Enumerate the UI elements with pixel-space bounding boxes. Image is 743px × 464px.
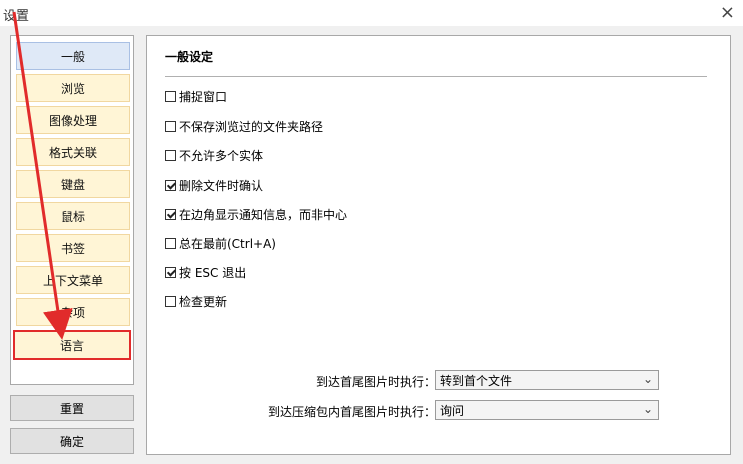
archive-end-row: 到达压缩包内首尾图片时执行： 询问 ⌄ xyxy=(147,400,732,420)
end-image-value: 转到首个文件 xyxy=(440,373,513,388)
sidebar-item-image-processing[interactable]: 图像处理 xyxy=(16,106,130,134)
option-esc-exit[interactable]: 按 ESC 退出 xyxy=(165,264,246,280)
checkbox[interactable] xyxy=(165,149,176,161)
checkbox-checked[interactable] xyxy=(165,266,176,278)
settings-content: 一般设定 捕捉窗口 不保存浏览过的文件夹路径 不允许多个实体 删除文件时确认 在… xyxy=(146,35,731,455)
archive-end-select[interactable]: 询问 ⌄ xyxy=(435,400,659,420)
option-label: 按 ESC 退出 xyxy=(179,265,247,280)
option-label: 不允许多个实体 xyxy=(179,148,264,163)
sidebar-item-mouse[interactable]: 鼠标 xyxy=(16,202,130,230)
sidebar: 一般 浏览 图像处理 格式关联 键盘 鼠标 书签 上下文菜单 杂项 语言 xyxy=(10,35,134,385)
end-image-row: 到达首尾图片时执行： 转到首个文件 ⌄ xyxy=(147,370,732,390)
option-confirm-delete[interactable]: 删除文件时确认 xyxy=(165,177,263,193)
option-check-updates[interactable]: 检查更新 xyxy=(165,293,227,309)
archive-end-label: 到达压缩包内首尾图片时执行： xyxy=(267,405,436,419)
end-image-select[interactable]: 转到首个文件 ⌄ xyxy=(435,370,659,390)
window-title: 设置 xyxy=(3,9,30,24)
checkbox-checked[interactable] xyxy=(165,179,176,191)
option-no-save-folder-path[interactable]: 不保存浏览过的文件夹路径 xyxy=(165,118,323,134)
sidebar-item-bookmarks[interactable]: 书签 xyxy=(16,234,130,262)
option-single-instance[interactable]: 不允许多个实体 xyxy=(165,147,263,163)
end-image-label: 到达首尾图片时执行： xyxy=(315,375,436,389)
option-label: 检查更新 xyxy=(179,294,228,309)
sidebar-item-file-association[interactable]: 格式关联 xyxy=(16,138,130,166)
checkbox-checked[interactable] xyxy=(165,208,176,220)
option-label: 在边角显示通知信息，而非中心 xyxy=(179,207,348,222)
checkbox[interactable] xyxy=(165,295,176,307)
option-label: 总在最前(Ctrl+A) xyxy=(179,236,276,251)
reset-button[interactable]: 重置 xyxy=(10,395,134,421)
option-label: 删除文件时确认 xyxy=(179,178,264,193)
sidebar-item-keyboard[interactable]: 键盘 xyxy=(16,170,130,198)
option-always-on-top[interactable]: 总在最前(Ctrl+A) xyxy=(165,235,276,251)
chevron-down-icon: ⌄ xyxy=(642,402,653,416)
option-capture-window[interactable]: 捕捉窗口 xyxy=(165,88,227,104)
divider xyxy=(165,76,707,77)
option-label: 不保存浏览过的文件夹路径 xyxy=(179,119,324,134)
sidebar-item-general[interactable]: 一般 xyxy=(16,42,130,70)
sidebar-item-language[interactable]: 语言 xyxy=(13,330,131,360)
sidebar-item-browse[interactable]: 浏览 xyxy=(16,74,130,102)
option-label: 捕捉窗口 xyxy=(179,89,228,104)
sidebar-item-context-menu[interactable]: 上下文菜单 xyxy=(16,266,130,294)
sidebar-item-misc[interactable]: 杂项 xyxy=(16,298,130,326)
archive-end-value: 询问 xyxy=(440,403,465,418)
checkbox[interactable] xyxy=(165,120,176,132)
section-title: 一般设定 xyxy=(165,50,214,64)
option-corner-notifications[interactable]: 在边角显示通知信息，而非中心 xyxy=(165,206,347,222)
title-bar: 设置 × xyxy=(0,0,743,26)
close-icon[interactable]: × xyxy=(720,2,735,23)
checkbox[interactable] xyxy=(165,90,176,102)
checkbox[interactable] xyxy=(165,237,176,249)
chevron-down-icon: ⌄ xyxy=(642,372,653,386)
ok-button[interactable]: 确定 xyxy=(10,428,134,454)
